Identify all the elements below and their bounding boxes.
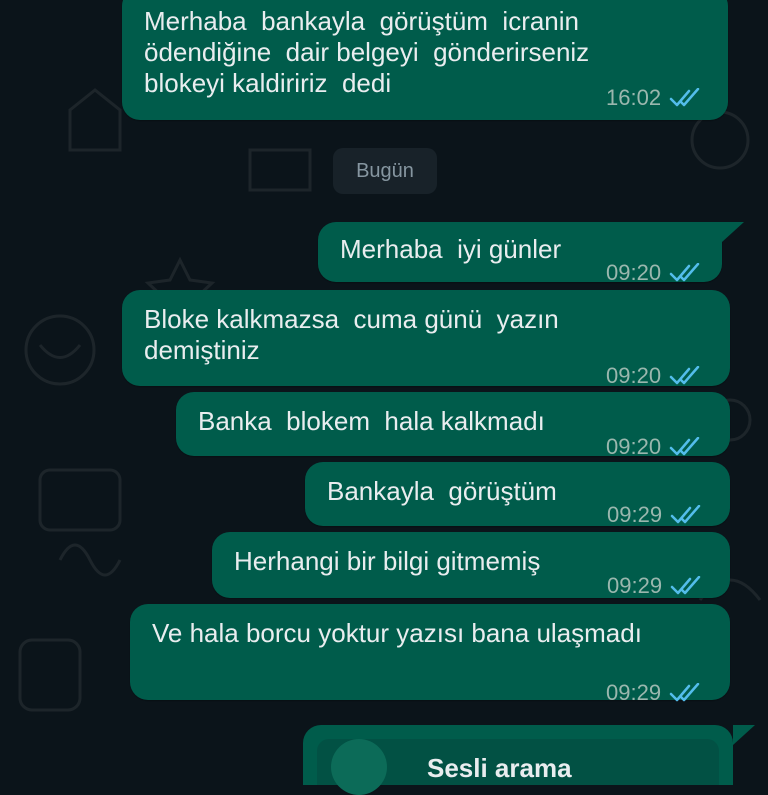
bubble-tail bbox=[733, 725, 755, 745]
message-meta: 09:20 bbox=[606, 363, 703, 389]
voice-call-message[interactable]: Sesli arama bbox=[303, 725, 733, 795]
voice-call-title: Sesli arama bbox=[427, 753, 572, 783]
message-text: Merhaba bankayla görüştüm icranin ödendi… bbox=[144, 6, 590, 98]
message-text: Herhangi bir bilgi gitmemiş bbox=[234, 546, 541, 576]
message-time: 09:20 bbox=[606, 363, 662, 388]
message-time: 16:02 bbox=[606, 85, 662, 110]
read-ticks-icon bbox=[669, 366, 700, 385]
date-divider: Bugün bbox=[333, 148, 437, 194]
read-ticks-icon bbox=[669, 683, 700, 702]
message-text: Bankayla görüştüm bbox=[327, 476, 557, 506]
message-bubble-sent[interactable]: Banka blokem hala kalkmadı 09:20 bbox=[176, 392, 730, 459]
message-meta: 09:20 bbox=[606, 434, 703, 460]
message-time: 09:20 bbox=[606, 434, 662, 459]
message-time: 09:29 bbox=[606, 680, 662, 705]
message-meta: 09:29 bbox=[607, 573, 704, 599]
message-bubble-received[interactable]: Ve hala borcu yoktur yazısı bana ulaşmad… bbox=[130, 604, 730, 705]
message-time: 09:20 bbox=[606, 260, 662, 285]
message-bubble-received[interactable]: Merhaba bankayla görüştüm icranin ödendi… bbox=[122, 0, 728, 120]
message-text: Banka blokem hala kalkmadı bbox=[198, 406, 545, 436]
phone-icon bbox=[331, 739, 387, 795]
message-time: 09:29 bbox=[607, 502, 663, 527]
message-text: Ve hala borcu yoktur yazısı bana ulaşmad… bbox=[152, 618, 642, 648]
message-meta: 09:29 bbox=[606, 680, 703, 706]
read-ticks-icon bbox=[670, 505, 701, 524]
message-meta: 09:29 bbox=[607, 502, 704, 528]
read-ticks-icon bbox=[669, 263, 700, 282]
message-text: Bloke kalkmazsa cuma günü yazın demiştin… bbox=[144, 304, 559, 365]
message-bubble-received[interactable]: Bloke kalkmazsa cuma günü yazın demiştin… bbox=[122, 290, 730, 389]
message-bubble-sent[interactable]: Bankayla görüştüm 09:29 bbox=[305, 462, 730, 528]
message-time: 09:29 bbox=[607, 573, 663, 598]
message-bubble-sent[interactable]: Merhaba iyi günler 09:20 bbox=[318, 222, 722, 285]
read-ticks-icon bbox=[670, 576, 701, 595]
message-text: Merhaba iyi günler bbox=[340, 234, 562, 264]
message-meta: 09:20 bbox=[606, 260, 703, 286]
read-ticks-icon bbox=[669, 88, 700, 107]
read-ticks-icon bbox=[669, 437, 700, 456]
bubble-tail bbox=[722, 222, 744, 242]
message-bubble-sent[interactable]: Herhangi bir bilgi gitmemiş 09:29 bbox=[212, 532, 730, 598]
message-meta: 16:02 bbox=[606, 85, 703, 111]
